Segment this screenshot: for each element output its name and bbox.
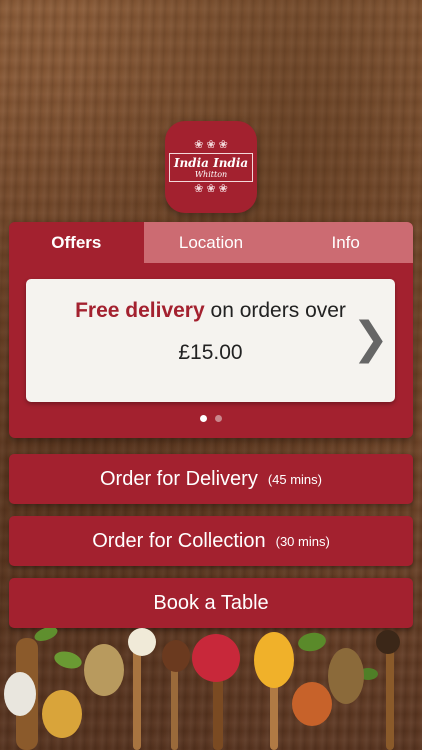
paprika-spoon-image — [292, 682, 332, 726]
tab-info[interactable]: Info — [278, 222, 413, 263]
salt-spoon-image — [4, 672, 36, 716]
logo-name: India India — [173, 155, 249, 170]
info-panel: Offers Location Info Free delivery on or… — [9, 222, 413, 438]
tab-bar: Offers Location Info — [9, 222, 413, 263]
logo-ornament-top: ❀ ❀ ❀ — [194, 138, 228, 151]
offer-card[interactable]: Free delivery on orders over £15.00 ❯ — [26, 279, 395, 402]
order-delivery-button[interactable]: Order for Delivery (45 mins) — [9, 454, 413, 504]
order-collection-label: Order for Collection — [92, 529, 266, 552]
pepper-spoon-image — [376, 630, 400, 654]
logo-location: Whitton — [194, 169, 228, 179]
book-table-button[interactable]: Book a Table — [9, 578, 413, 628]
page-dot-active[interactable] — [200, 415, 207, 422]
seed-spoon-image — [84, 644, 124, 696]
clove-spoon-image — [162, 640, 190, 672]
book-table-label: Book a Table — [153, 591, 269, 614]
spoon-image — [133, 648, 141, 750]
offer-headline: Free delivery on orders over — [26, 299, 395, 323]
leaf-image — [34, 628, 58, 641]
spoon-image — [270, 678, 278, 750]
spoon-image — [213, 678, 223, 750]
order-delivery-label: Order for Delivery — [100, 467, 258, 490]
order-collection-button[interactable]: Order for Collection (30 mins) — [9, 516, 413, 566]
spoon-image — [386, 648, 394, 750]
offer-text: on orders over — [210, 299, 346, 322]
logo-frame: India India Whitton — [168, 152, 254, 182]
peppercorn-spoon-image — [128, 628, 156, 656]
order-delivery-time: (45 mins) — [267, 471, 322, 487]
spices-decoration — [4, 628, 400, 750]
spoon-image — [171, 668, 178, 750]
pink-pepper-spoon-image — [192, 634, 240, 682]
turmeric-spoon-image — [254, 632, 294, 688]
page-indicator — [9, 415, 413, 422]
logo-ornament-bottom: ❀ ❀ ❀ — [194, 182, 228, 195]
offer-highlight: Free delivery — [75, 299, 205, 322]
app-logo: ❀ ❀ ❀ India India Whitton ❀ ❀ ❀ — [165, 121, 257, 213]
leaf-image — [54, 651, 82, 669]
tab-location[interactable]: Location — [143, 222, 279, 263]
leaf-image — [298, 632, 326, 652]
page-dot[interactable] — [215, 415, 222, 422]
spice-spoon-image — [42, 690, 82, 738]
offer-amount: £15.00 — [178, 341, 243, 364]
herb-spoon-image — [328, 648, 364, 704]
tab-offers[interactable]: Offers — [9, 222, 144, 263]
order-collection-time: (30 mins) — [275, 533, 330, 549]
chevron-right-icon[interactable]: ❯ — [352, 317, 389, 361]
